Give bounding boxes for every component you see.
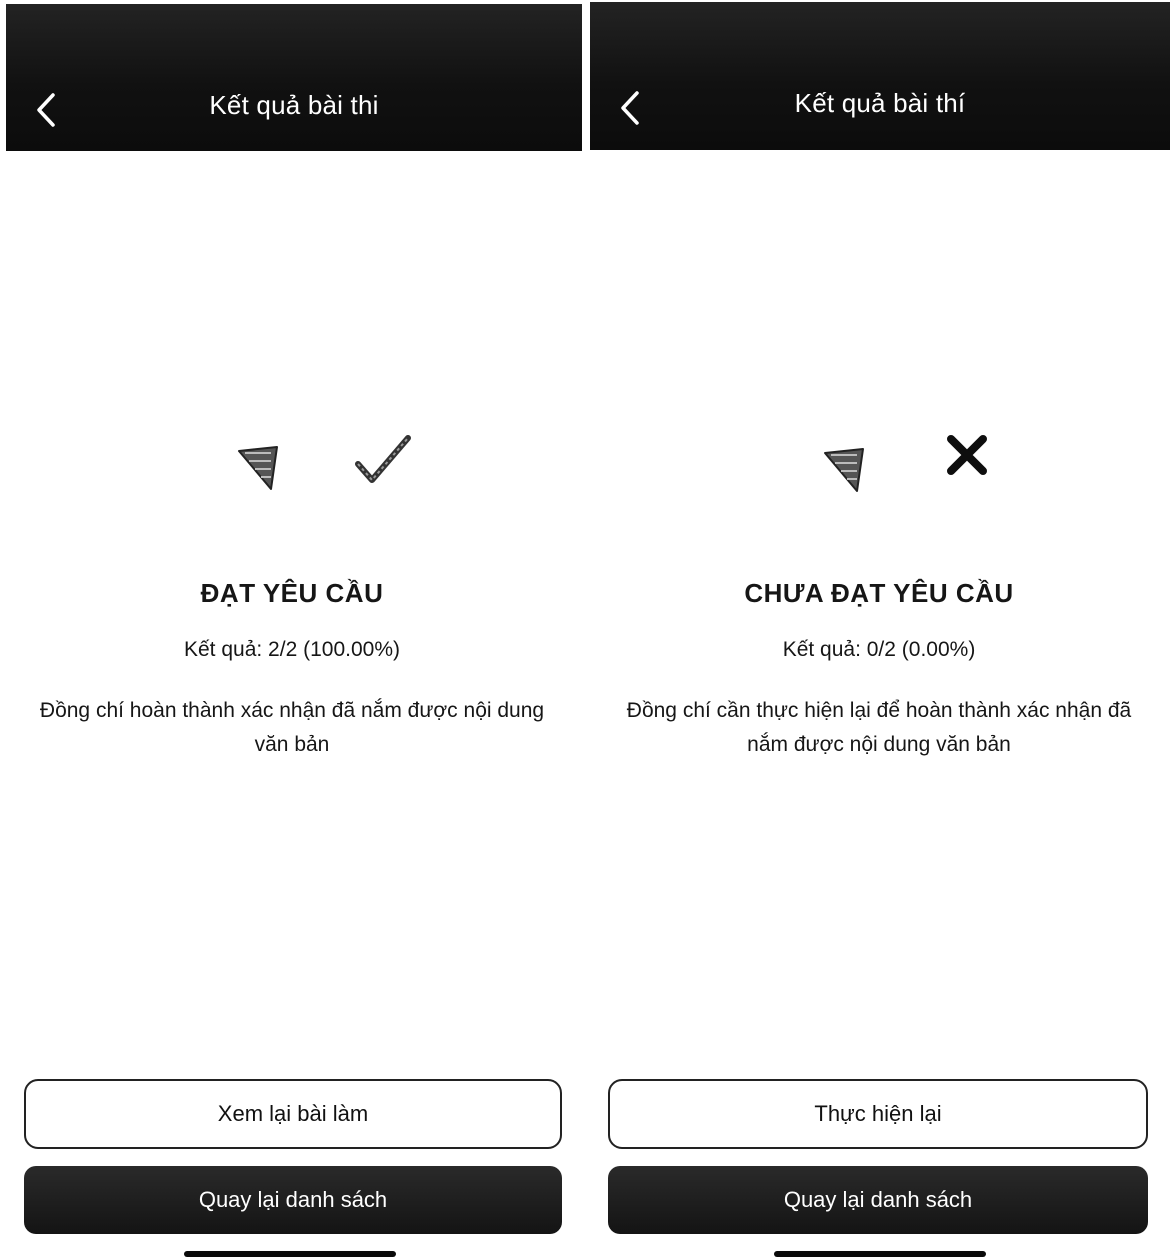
page-title: Kết quả bài thí bbox=[794, 88, 966, 118]
result-message: Đồng chí hoàn thành xác nhận đã nắm được… bbox=[39, 699, 545, 756]
back-to-list-button[interactable]: Quay lại danh sách bbox=[24, 1166, 562, 1234]
triangle-flag-icon bbox=[224, 432, 294, 502]
result-score: Kết quả: 2/2 (100.00%) bbox=[184, 638, 400, 661]
result-status-title: CHƯA ĐẠT YÊU CẦU bbox=[744, 578, 1014, 608]
review-answers-button[interactable]: Xem lại bài làm bbox=[24, 1079, 562, 1149]
check-icon bbox=[348, 426, 418, 496]
result-screen-pass: Kết quả bài thi ĐẠT YÊU CẦU Kết quả: 2/2… bbox=[0, 0, 584, 1259]
top-bar: Kết quả bài thi bbox=[6, 4, 582, 151]
page-title: Kết quả bài thi bbox=[209, 90, 379, 120]
result-icons bbox=[0, 420, 584, 500]
app-canvas: Kết quả bài thi ĐẠT YÊU CẦU Kết quả: 2/2… bbox=[0, 0, 1170, 1259]
result-icons bbox=[588, 420, 1170, 500]
result-status-title: ĐẠT YÊU CẦU bbox=[200, 578, 384, 608]
result-screen-fail: Kết quả bài thí CHƯA ĐẠT YÊU CẦU Kết quả… bbox=[588, 0, 1170, 1259]
home-indicator bbox=[774, 1251, 986, 1257]
triangle-flag-icon bbox=[810, 434, 880, 504]
top-bar: Kết quả bài thí bbox=[590, 2, 1170, 150]
retry-button[interactable]: Thực hiện lại bbox=[608, 1079, 1148, 1149]
result-score: Kết quả: 0/2 (0.00%) bbox=[782, 638, 976, 661]
result-message: Đồng chí cần thực hiện lại để hoàn thành… bbox=[626, 699, 1132, 756]
home-indicator bbox=[184, 1251, 396, 1257]
back-to-list-button[interactable]: Quay lại danh sách bbox=[608, 1166, 1148, 1234]
close-icon bbox=[932, 420, 1002, 490]
